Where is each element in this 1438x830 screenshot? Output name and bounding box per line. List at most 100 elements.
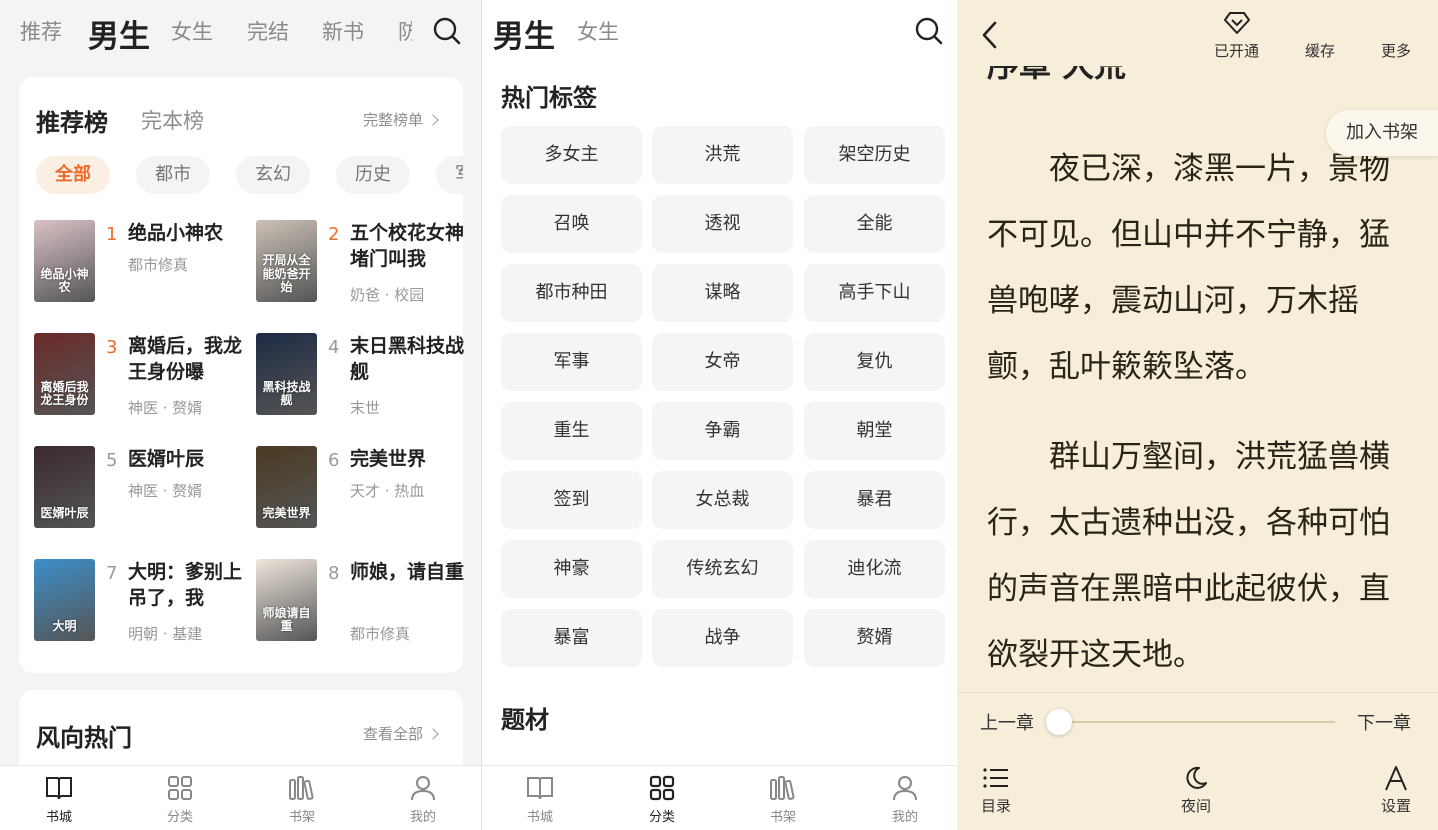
tag-button[interactable]: 洪荒	[652, 126, 793, 184]
tag-button[interactable]: 传统玄幻	[652, 540, 793, 598]
bookstore-screen: 推荐 男生 女生 完结 新书 防 推荐榜 完本榜 完整榜单 全部都市玄幻历史军事…	[0, 0, 481, 830]
finished-ranking-tab[interactable]: 完本榜	[141, 105, 204, 135]
full-ranking-label: 完整榜单	[363, 111, 424, 129]
tag-button[interactable]: 神豪	[501, 540, 642, 598]
tag-button[interactable]: 透视	[652, 195, 793, 253]
tag-button[interactable]: 女总裁	[652, 471, 793, 529]
ranking-title[interactable]: 推荐榜	[36, 103, 108, 138]
tag-button[interactable]: 谋略	[652, 264, 793, 322]
book-title: 医婿叶辰	[128, 448, 205, 470]
tag-button[interactable]: 暴富	[501, 609, 642, 667]
nav-profile[interactable]: 我的	[393, 774, 453, 825]
book-tags: 明朝 · 基建	[128, 625, 203, 643]
open-book-icon	[527, 777, 553, 800]
tab-male[interactable]: 男生	[88, 11, 150, 56]
bookshelf-icon	[770, 776, 795, 800]
rank-number: 4	[328, 337, 340, 358]
book-title: 师娘，请自重	[350, 561, 465, 583]
tag-button[interactable]: 迪化流	[804, 540, 945, 598]
tab-female[interactable]: 女生	[577, 16, 619, 46]
chip-fantasy[interactable]: 玄幻	[236, 156, 310, 194]
book-cover: 开局从全能奶爸开始	[256, 220, 317, 302]
nav-bookshelf[interactable]: 书架	[272, 774, 332, 825]
nav-bookstore[interactable]: 书城	[510, 774, 570, 825]
chip-all[interactable]: 全部	[36, 156, 110, 194]
settings-button[interactable]: 设置	[1366, 765, 1426, 816]
next-chapter-button[interactable]: 下一章	[1357, 709, 1411, 735]
night-mode-button[interactable]: 夜间	[1166, 765, 1226, 816]
ranking-book-item[interactable]: 开局从全能奶爸开始 2 五个校花女神堵门叫我 奶爸 · 校园	[256, 220, 471, 310]
reader-paragraph: 夜已深，漆黑一片，景物不可见。但山中并不宁静，猛兽咆哮，震动山河，万木摇颤，乱叶…	[987, 151, 1390, 385]
nav-bookshelf-label: 书架	[769, 810, 796, 825]
more-button[interactable]: 更多	[1381, 40, 1411, 61]
chapter-progress-track[interactable]	[1057, 721, 1335, 723]
tab-new[interactable]: 新书	[322, 16, 364, 46]
chip-military[interactable]: 军事	[436, 156, 463, 194]
book-title: 绝品小神农	[128, 222, 224, 244]
reader-controls: 上一章 下一章 目录 夜间 设置	[957, 692, 1438, 830]
ranking-book-item[interactable]: 黑科技战舰 4 末日黑科技战舰 末世	[256, 333, 471, 423]
tag-button[interactable]: 争霸	[652, 402, 793, 460]
open-book-icon	[46, 777, 72, 800]
search-icon[interactable]	[432, 16, 462, 46]
tab-male[interactable]: 男生	[493, 11, 555, 56]
full-ranking-link[interactable]: 完整榜单	[363, 109, 439, 130]
tab-partial[interactable]: 防	[398, 16, 412, 46]
book-cover: 黑科技战舰	[256, 333, 317, 415]
nav-category[interactable]: 分类	[150, 774, 210, 825]
chip-history[interactable]: 历史	[336, 156, 410, 194]
tag-button[interactable]: 女帝	[652, 333, 793, 391]
back-arrow-icon[interactable]	[979, 20, 1001, 50]
book-cover: 大明	[34, 559, 95, 641]
cache-button[interactable]: 缓存	[1305, 40, 1335, 61]
cover-title: 师娘请自重	[262, 605, 311, 633]
tag-button[interactable]: 朝堂	[804, 402, 945, 460]
book-tags: 都市修真	[350, 625, 411, 643]
screenshot-root: 推荐 男生 女生 完结 新书 防 推荐榜 完本榜 完整榜单 全部都市玄幻历史军事…	[0, 0, 1438, 830]
vip-status-button[interactable]: 已开通	[1214, 40, 1259, 61]
chip-urban[interactable]: 都市	[136, 156, 210, 194]
tag-button[interactable]: 多女主	[501, 126, 642, 184]
tag-button[interactable]: 军事	[501, 333, 642, 391]
toc-button[interactable]: 目录	[966, 765, 1026, 816]
tag-button[interactable]: 架空历史	[804, 126, 945, 184]
chapter-progress-thumb[interactable]	[1046, 709, 1072, 735]
tag-button[interactable]: 签到	[501, 471, 642, 529]
ranking-book-item[interactable]: 医婿叶辰 5 医婿叶辰 神医 · 赘婿	[34, 446, 249, 536]
add-to-shelf-button[interactable]: 加入书架	[1326, 110, 1438, 156]
tag-button[interactable]: 复仇	[804, 333, 945, 391]
ranking-book-item[interactable]: 完美世界 6 完美世界 天才 · 热血	[256, 446, 471, 536]
tag-button[interactable]: 都市种田	[501, 264, 642, 322]
tag-button[interactable]: 召唤	[501, 195, 642, 253]
tag-button[interactable]: 重生	[501, 402, 642, 460]
nav-profile[interactable]: 我的	[875, 774, 935, 825]
tab-female[interactable]: 女生	[171, 16, 213, 46]
ranking-book-item[interactable]: 师娘请自重 8 师娘，请自重 都市修真	[256, 559, 471, 649]
tag-button[interactable]: 暴君	[804, 471, 945, 529]
tag-button[interactable]: 全能	[804, 195, 945, 253]
tag-button[interactable]: 战争	[652, 609, 793, 667]
tab-recommend[interactable]: 推荐	[20, 16, 62, 46]
rank-number: 2	[328, 224, 340, 245]
prev-chapter-button[interactable]: 上一章	[980, 709, 1034, 735]
ranking-book-item[interactable]: 绝品小神农 1 绝品小神农 都市修真	[34, 220, 249, 310]
tab-finished[interactable]: 完结	[247, 16, 289, 46]
user-icon	[893, 776, 917, 801]
chevron-right-icon	[427, 728, 439, 740]
nav-bookshelf[interactable]: 书架	[753, 774, 813, 825]
search-icon[interactable]	[914, 16, 944, 46]
tag-button[interactable]: 赘婿	[804, 609, 945, 667]
book-tags: 天才 · 热血	[350, 482, 425, 500]
nav-category[interactable]: 分类	[632, 774, 692, 825]
ranking-book-item[interactable]: 大明 7 大明：爹别上吊了，我 明朝 · 基建	[34, 559, 249, 649]
view-all-label: 查看全部	[363, 725, 424, 743]
channel-tabs: 推荐 男生 女生 完结 新书 防	[0, 0, 481, 64]
book-cover: 医婿叶辰	[34, 446, 95, 528]
ranking-book-item[interactable]: 离婚后我龙王身份 3 离婚后，我龙王身份曝 神医 · 赘婿	[34, 333, 249, 423]
nav-bookstore[interactable]: 书城	[29, 774, 89, 825]
tag-button[interactable]: 高手下山	[804, 264, 945, 322]
book-title: 五个校花女神堵门叫我	[350, 222, 465, 270]
bottom-nav: 书城 分类 书架 我的	[0, 765, 481, 830]
view-all-link[interactable]: 查看全部	[363, 723, 439, 744]
moon-icon	[1186, 766, 1207, 789]
